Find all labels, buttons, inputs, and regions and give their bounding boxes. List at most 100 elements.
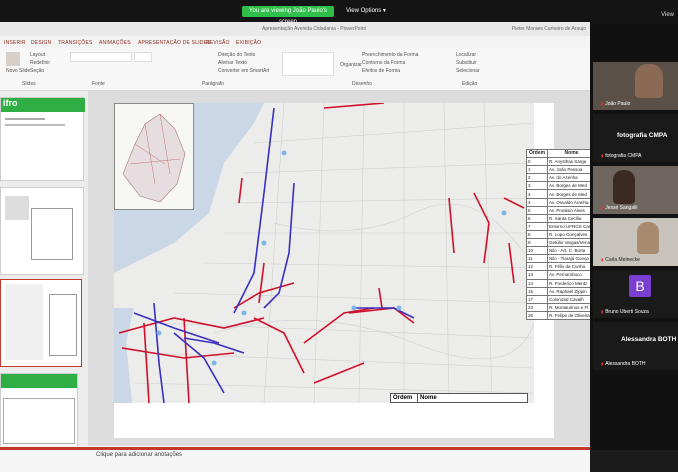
chevron-down-icon: ▾ [382, 8, 386, 14]
cell-nome: R. Felipe de Oliveira [547, 310, 596, 320]
notes-placeholder: Clique para adicionar anotações [96, 452, 183, 458]
thumbnail-text-line [5, 124, 65, 126]
slide-thumbnail[interactable] [0, 187, 84, 275]
tab-revisao[interactable]: REVISÃO [206, 40, 230, 46]
tab-animacoes[interactable]: ANIMAÇÕES [99, 40, 131, 46]
group-slides-label: Slides [22, 81, 36, 87]
ribbon: Novo Slide Layout Redefinir Seção Slides… [0, 48, 590, 91]
section-button[interactable]: Seção [30, 68, 44, 74]
participant-name: João Paulo [601, 101, 630, 107]
participant-name: Jessé Sangalli [601, 205, 637, 211]
city-map [114, 102, 535, 404]
shapes-gallery[interactable] [282, 52, 334, 76]
view-corner-label[interactable]: View [661, 12, 674, 18]
view-options-label: View Options [346, 8, 382, 14]
cell-ordem: 23 [526, 302, 548, 312]
table-row: 11 Nilo - Tiarajú Gonça [526, 254, 596, 264]
inset-locator-map [114, 103, 194, 210]
table-row: 13 Av. Pernambuco [526, 270, 596, 280]
participant-display-name: fotografia CMPA [617, 132, 668, 139]
table-row: 9 Getúlio Vargas/Vena [526, 238, 596, 248]
font-size-select[interactable] [134, 52, 152, 62]
tab-transicoes[interactable]: TRANSIÇÕES [58, 40, 93, 46]
participant-tile[interactable]: Alessandra BOTH Alessandra BOTH [593, 322, 678, 370]
participants-panel: João Paulo fotografia CMPA fotografia CM… [590, 22, 678, 450]
participant-tile[interactable]: fotografia CMPA fotografia CMPA [593, 114, 678, 162]
document-title: Apresentação Avenida Cidadania - PowerPo… [262, 26, 366, 32]
cell-nome: R. Montaurinos e Fl [547, 302, 596, 312]
shared-screen: Apresentação Avenida Cidadania - PowerPo… [0, 22, 596, 472]
shape-outline-button[interactable]: Contorno da Forma [362, 60, 405, 66]
group-paragraph-label: Parágrafo [202, 81, 224, 87]
column-header-ordem: Ordem [526, 148, 548, 159]
participant-tile[interactable]: João Paulo [593, 62, 678, 110]
thumbnail-green-header: ifro [1, 98, 85, 112]
lake-area [114, 308, 134, 403]
cell-nome: Av. Borges de Med [547, 189, 596, 199]
user-name: Pieter Moraes Carneiro de Araujo [511, 26, 586, 32]
find-button[interactable]: Localizar [456, 52, 476, 58]
cell-ordem: 15 [526, 286, 548, 296]
current-slide[interactable]: Ordem Nome 0 R. Anysthas Sarga 1 Av. João … [114, 102, 596, 438]
column-header-ordem: Ordem [390, 393, 418, 403]
participant-tile[interactable]: B Bruno Uberti Souza [593, 270, 678, 318]
table-row: 12 R. Félix da Cunha [526, 262, 596, 272]
cell-nome: Av. Protásio Alves [547, 205, 596, 215]
cell-nome: Getúlio Vargas/Vena [547, 238, 596, 248]
smartart-button[interactable]: Converter em SmartArt [218, 68, 269, 74]
table-row: 1 Av. João Pessoa [526, 165, 596, 175]
cell-ordem: 5 [526, 205, 548, 215]
city-outline [122, 113, 186, 203]
cell-ordem: 6 [526, 213, 548, 223]
slide-thumbnail[interactable] [0, 373, 78, 447]
cell-nome: R. Lopo Gonçalves [547, 229, 596, 240]
cell-ordem: 2 [526, 173, 548, 183]
cell-ordem: 4 [526, 189, 548, 199]
shape-effects-button[interactable]: Efeitos de Forma [362, 68, 400, 74]
select-button[interactable]: Selecionar [456, 68, 480, 74]
arrange-button[interactable]: Organizar [340, 62, 362, 68]
thumbnail-text-line [5, 118, 45, 120]
cell-ordem: 17 [526, 294, 548, 304]
cell-ordem: 4 [526, 197, 548, 207]
shape-fill-button[interactable]: Preenchimento da Forma [362, 52, 418, 58]
participant-tile[interactable]: Jessé Sangalli [593, 166, 678, 214]
slide-thumbnail[interactable]: ifro [0, 97, 85, 181]
tab-exibicao[interactable]: EXIBIÇÃO [236, 40, 261, 46]
tab-inserir[interactable]: INSERIR [4, 40, 26, 46]
participant-name: Carla Meinecke [601, 257, 640, 263]
font-family-select[interactable] [70, 52, 132, 62]
replace-button[interactable]: Substituir [456, 60, 477, 66]
cell-nome: Av. Raphael Zippin [547, 286, 596, 296]
cell-nome: R. Anysthas Sarga [547, 157, 596, 167]
text-direction-button[interactable]: Direção do Texto [218, 52, 255, 58]
participant-display-name: Alessandra BOTH [621, 336, 677, 343]
ribbon-tabs: INSERIR DESIGN TRANSIÇÕES ANIMAÇÕES APRE… [0, 36, 590, 48]
bottom-table: Ordem Nome [390, 393, 528, 403]
cell-nome: R. Félix da Cunha [547, 262, 596, 272]
cell-ordem: 26 [526, 310, 548, 320]
align-text-button[interactable]: Alinhar Texto [218, 60, 247, 66]
new-slide-button[interactable]: Novo Slide [6, 68, 30, 74]
tab-design[interactable]: DESIGN [31, 40, 51, 46]
table-row: 4 Av. Borges de Med [526, 189, 596, 199]
cell-nome: Nilo - Tiarajú Gonça [547, 254, 596, 264]
cell-ordem: 13 [526, 270, 548, 280]
table-header-row: Ordem Nome [526, 148, 596, 159]
cell-nome: Av. João Pessoa [547, 165, 596, 175]
table-row: 3 Av. Borges de Med [526, 181, 596, 191]
table-row: 6 R. Santa Cecília [526, 213, 596, 223]
view-options-button[interactable]: View Options ▾ [346, 6, 386, 17]
cell-ordem: 10 [526, 246, 548, 256]
cell-ordem: 0 [526, 157, 548, 167]
layout-button[interactable]: Layout [30, 52, 45, 58]
cell-nome: Nilo - Art. C. Borta [547, 246, 596, 256]
tab-apresentacao[interactable]: APRESENTAÇÃO DE SLIDES [138, 40, 211, 46]
table-row: 8 R. Lopo Gonçalves [526, 229, 596, 240]
slide-thumbnail-selected[interactable] [0, 279, 82, 367]
thumbnail-map [5, 284, 43, 360]
participant-tile[interactable]: Carla Meinecke [593, 218, 678, 266]
reset-button[interactable]: Redefinir [30, 60, 50, 66]
cell-ordem: 7 [526, 221, 548, 231]
table-row: 15 Av. Raphael Zippin [526, 286, 596, 296]
